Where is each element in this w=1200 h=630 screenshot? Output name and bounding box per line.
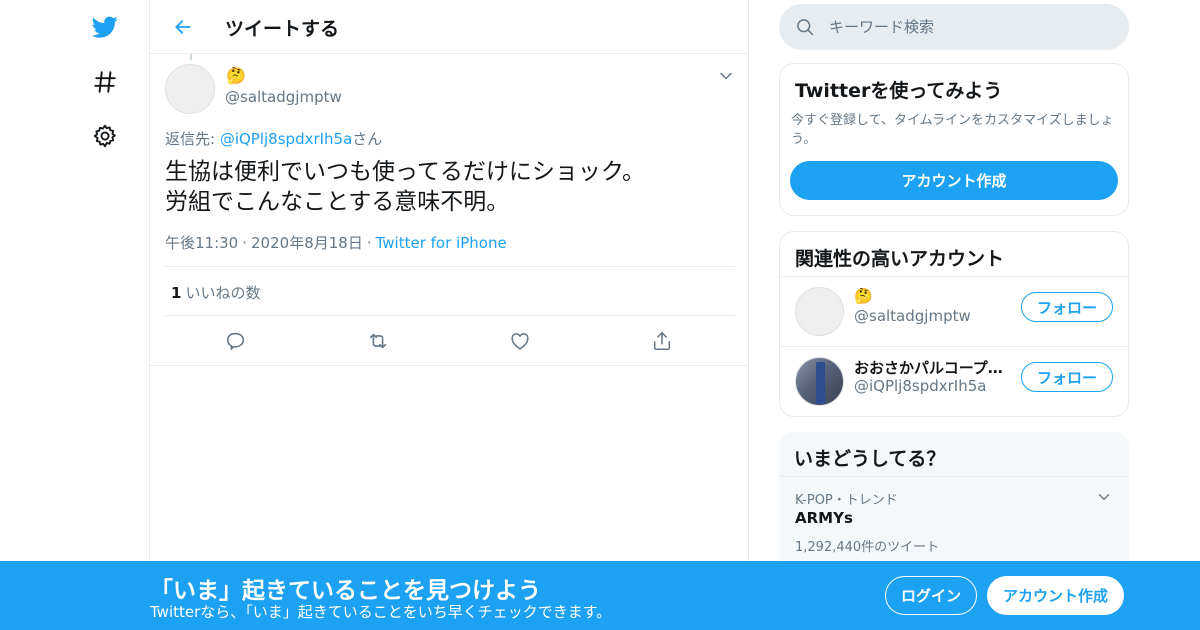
twitter-bird-icon[interactable] [84, 6, 126, 48]
trends-title: いまどうしてる？ [794, 448, 946, 470]
signup-card-title: Twitterを使ってみよう [795, 80, 1003, 102]
related-accounts-card: 関連性の高いアカウント 🤔 @saltadgjmptw フォロー おおさかパルコ… [779, 231, 1129, 417]
trend-tweet-count: 1,292,440件のツイート [795, 540, 940, 555]
likes-count-row[interactable]: 1 いいねの数 [165, 266, 735, 316]
search-input[interactable] [829, 4, 1119, 50]
related-accounts-header: 関連性の高いアカウント [780, 232, 1128, 277]
trend-name[interactable]: ARMYs [795, 509, 853, 527]
tweet-text: 生協は便利でいつも使ってるだけにショック。 労組でこんなことする意味不明。 [165, 159, 646, 215]
reply-icon[interactable] [223, 328, 249, 354]
related-user-name[interactable]: おおさかパルコープ… [854, 357, 1004, 378]
banner-title: 「いま」起きていることを見つけよう [150, 578, 541, 604]
page-title: ツイートする [225, 18, 340, 40]
chevron-down-icon[interactable] [716, 66, 736, 86]
search-box[interactable] [779, 4, 1129, 50]
avatar[interactable] [165, 64, 215, 114]
back-arrow-icon[interactable] [166, 10, 200, 44]
signup-card-description: 今すぐ登録して、タイムラインをカスタマイズしましょう。 [791, 113, 1114, 147]
banner-create-account-button[interactable]: アカウント作成 [987, 576, 1124, 615]
main-column: ツイートする 🤔 @saltadgjmptw 返信先: @iQPlj8spdxr… [149, 0, 749, 630]
follow-button[interactable]: フォロー [1021, 292, 1113, 322]
related-user-row[interactable]: 🤔 @saltadgjmptw フォロー [780, 277, 1128, 347]
main-header: ツイートする [150, 0, 748, 54]
signup-banner: 「いま」起きていることを見つけよう Twitterなら、「いま」起きていることを… [0, 561, 1200, 630]
reply-to-link[interactable]: @iQPlj8spdxrIh5a [220, 130, 352, 148]
author-name[interactable]: 🤔 [226, 66, 246, 85]
author-handle[interactable]: @saltadgjmptw [225, 88, 342, 106]
tweet-date[interactable]: 2020年8月18日 [251, 234, 363, 252]
related-user-handle[interactable]: @iQPlj8spdxrIh5a [854, 377, 986, 395]
related-user-handle[interactable]: @saltadgjmptw [854, 307, 971, 325]
meta-separator: · [366, 234, 372, 252]
likes-label: いいねの数 [185, 284, 261, 302]
reply-to-suffix: さん [352, 130, 383, 148]
thread-connector [190, 54, 192, 60]
trend-meta: K-POP・トレンド [795, 493, 898, 508]
likes-count: 1 [171, 284, 182, 302]
left-nav [0, 0, 150, 630]
share-icon[interactable] [649, 328, 675, 354]
create-account-button[interactable]: アカウント作成 [790, 161, 1118, 200]
reply-to-line: 返信先: @iQPlj8spdxrIh5aさん [165, 128, 382, 149]
chevron-down-icon[interactable] [1095, 488, 1113, 510]
heart-like-icon[interactable] [507, 328, 533, 354]
avatar[interactable] [795, 287, 844, 336]
reply-to-prefix: 返信先: [165, 130, 220, 148]
meta-separator: · [242, 234, 248, 252]
tweet-actions [150, 316, 748, 366]
tweet-source-link[interactable]: Twitter for iPhone [376, 234, 507, 252]
search-icon [795, 17, 815, 41]
tweet-time[interactable]: 午後11:30 [165, 234, 238, 252]
retweet-icon[interactable] [365, 328, 391, 354]
settings-gear-icon[interactable] [84, 115, 126, 157]
related-user-name[interactable]: 🤔 [854, 287, 1004, 305]
login-button[interactable]: ログイン [885, 576, 977, 615]
related-accounts-title: 関連性の高いアカウント [795, 248, 1005, 270]
trends-header: いまどうしてる？ [779, 432, 1129, 477]
follow-button[interactable]: フォロー [1021, 362, 1113, 392]
banner-subtitle: Twitterなら、「いま」起きていることをいち早くチェックできます。 [150, 603, 612, 621]
related-user-row[interactable]: おおさかパルコープ… @iQPlj8spdxrIh5a フォロー [780, 347, 1128, 416]
signup-card: Twitterを使ってみよう 今すぐ登録して、タイムラインをカスタマイズしましょ… [779, 63, 1129, 216]
avatar[interactable] [795, 357, 844, 406]
hashtag-icon[interactable] [84, 61, 126, 103]
tweet-meta: 午後11:30 · 2020年8月18日 · Twitter for iPhone [165, 232, 507, 253]
